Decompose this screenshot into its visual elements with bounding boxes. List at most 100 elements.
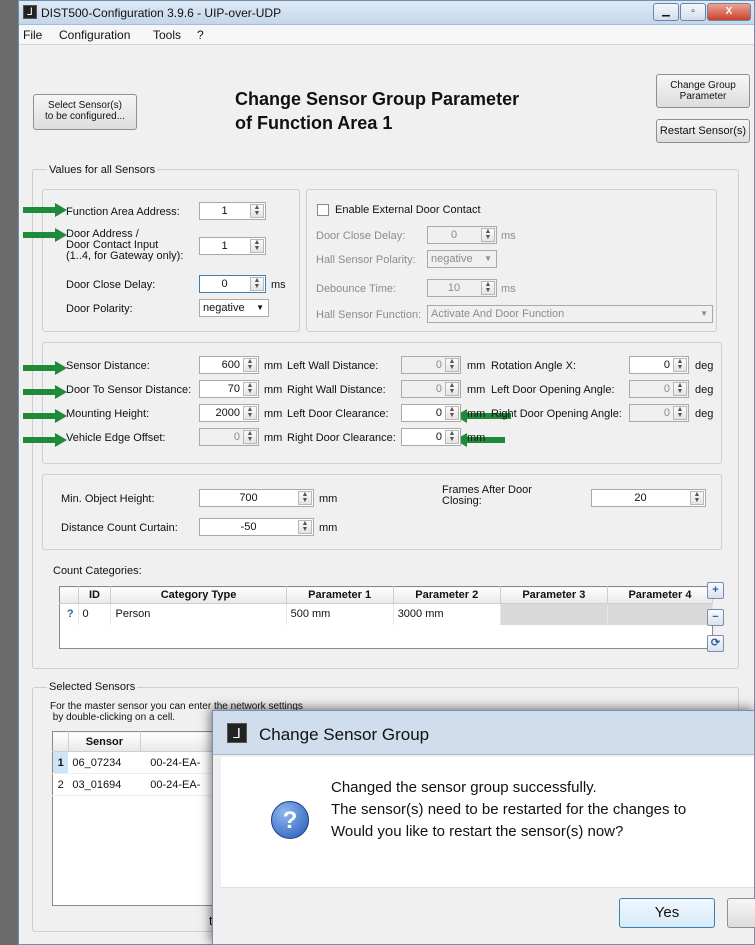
hall-polarity-select[interactable]: negative ▼ [427, 250, 497, 268]
min-object-height-input[interactable]: 700 ▲ ▼ [199, 489, 314, 507]
add-category-button[interactable]: + [707, 582, 724, 599]
dialog-footer: Yes [221, 887, 755, 943]
geometry-input[interactable]: 70 ▲ ▼ [199, 380, 259, 398]
geometry-input[interactable]: 0 ▲ ▼ [401, 404, 461, 422]
cell-id[interactable]: 0 [78, 603, 112, 625]
green-arrow-right-icon [23, 228, 67, 242]
geometry-unit: mm [467, 432, 486, 444]
column-header-parameter-2[interactable]: Parameter 2 [393, 586, 501, 604]
column-header-parameter-4[interactable]: Parameter 4 [607, 586, 714, 604]
geometry-label: Rotation Angle X: [491, 360, 577, 372]
door-close-delay-unit: ms [271, 279, 286, 291]
spinner-icon: ▲ ▼ [673, 358, 687, 372]
spinner-icon: ▲ ▼ [243, 430, 257, 444]
restart-sensors-button[interactable]: Restart Sensor(s) [656, 119, 750, 143]
geometry-input[interactable]: 0 ▲ ▼ [629, 380, 689, 398]
door-close-delay-input[interactable]: 0 ▲ ▼ [199, 275, 266, 293]
frames-after-door-input[interactable]: 20 ▲ ▼ [591, 489, 706, 507]
door-address-label: Door Address / Door Contact Input (1..4,… [66, 228, 184, 262]
function-area-address-input[interactable]: 1 ▲ ▼ [199, 202, 266, 220]
yes-button[interactable]: Yes [619, 898, 715, 928]
maximize-button[interactable]: ▫ [680, 3, 706, 21]
door-polarity-select[interactable]: negative ▼ [199, 299, 269, 317]
remove-category-button[interactable]: − [707, 609, 724, 626]
cell-parameter-1[interactable]: 500 mm [286, 603, 394, 625]
dialog-title: Change Sensor Group [259, 725, 430, 744]
menu-bar: File Configuration Tools ? [19, 25, 754, 45]
column-header-parameter-3[interactable]: Parameter 3 [500, 586, 608, 604]
minimize-button[interactable]: ▁ [653, 3, 679, 21]
geometry-input[interactable]: 2000 ▲ ▼ [199, 404, 259, 422]
selected-sensors-label: Selected Sensors [47, 681, 138, 693]
geometry-label: Right Wall Distance: [287, 384, 386, 396]
refresh-category-button[interactable]: ⟳ [707, 635, 724, 652]
debounce-unit: ms [501, 283, 516, 295]
change-group-parameter-button[interactable]: Change Group Parameter [656, 74, 750, 108]
spinner-icon: ▲ ▼ [250, 277, 264, 291]
close-button[interactable]: X [707, 3, 751, 21]
row-number: 1 [52, 751, 69, 774]
column-header-sensor[interactable]: Sensor [68, 731, 141, 752]
geometry-input[interactable]: 0 ▲ ▼ [629, 356, 689, 374]
debounce-label: Debounce Time: [316, 283, 397, 295]
page-title-line2: of Function Area 1 [235, 113, 393, 133]
table-row[interactable]: ? 0 Person 500 mm 3000 mm [59, 603, 714, 625]
no-button[interactable] [727, 898, 755, 928]
geometry-input[interactable]: 0 ▲ ▼ [401, 380, 461, 398]
column-header-parameter-1[interactable]: Parameter 1 [286, 586, 394, 604]
enable-external-door-checkbox[interactable] [317, 204, 329, 216]
geometry-unit: deg [695, 360, 714, 372]
cell-parameter-4[interactable] [607, 603, 714, 625]
geometry-input[interactable]: 600 ▲ ▼ [199, 356, 259, 374]
spinner-icon: ▲ ▼ [481, 228, 495, 242]
column-header-row [52, 731, 69, 752]
menu-file[interactable]: File [23, 28, 42, 42]
spinner-icon: ▲ ▼ [250, 239, 264, 253]
geometry-input[interactable]: 0 ▲ ▼ [199, 428, 259, 446]
spinner-icon: ▲ ▼ [445, 382, 459, 396]
cell-parameter-3[interactable] [500, 603, 608, 625]
question-icon: ? [271, 801, 309, 839]
spinner-icon: ▲ ▼ [445, 358, 459, 372]
spinner-icon: ▲ ▼ [298, 520, 312, 534]
hall-function-select[interactable]: Activate And Door Function ▼ [427, 305, 713, 323]
geometry-input[interactable]: 0 ▲ ▼ [629, 404, 689, 422]
enable-external-door-label: Enable External Door Contact [335, 204, 481, 216]
spinner-icon: ▲ ▼ [673, 406, 687, 420]
cell-category-type[interactable]: Person [110, 603, 287, 625]
cell-parameter-2[interactable]: 3000 mm [393, 603, 501, 625]
min-object-height-unit: mm [319, 493, 338, 505]
frames-after-door-label: Frames After Door Closing: [442, 484, 532, 507]
column-header-id[interactable]: ID [78, 586, 112, 604]
debounce-input[interactable]: 10 ▲ ▼ [427, 279, 497, 297]
cell-sensor[interactable]: 03_01694 [68, 773, 141, 796]
green-arrow-right-icon [23, 385, 67, 399]
select-sensors-button[interactable]: Select Sensor(s) to be configured... [33, 94, 137, 130]
count-categories-label: Count Categories: [53, 565, 142, 577]
geometry-input[interactable]: 0 ▲ ▼ [401, 428, 461, 446]
menu-help[interactable]: ? [197, 28, 204, 42]
geometry-unit: mm [264, 432, 283, 444]
geometry-input[interactable]: 0 ▲ ▼ [401, 356, 461, 374]
spinner-icon: ▲ ▼ [445, 406, 459, 420]
hall-function-label: Hall Sensor Function: [316, 309, 422, 321]
count-categories-table: ID Category Type Parameter 1 Parameter 2… [59, 586, 714, 649]
function-area-address-label: Function Area Address: [66, 206, 180, 218]
distance-count-curtain-input[interactable]: -50 ▲ ▼ [199, 518, 314, 536]
door-address-input[interactable]: 1 ▲ ▼ [199, 237, 266, 255]
geometry-label: Door To Sensor Distance: [66, 384, 192, 396]
door-polarity-label: Door Polarity: [66, 303, 133, 315]
spinner-icon: ▲ ▼ [445, 430, 459, 444]
menu-tools[interactable]: Tools [153, 28, 181, 42]
dialog-app-icon: ⅃ [227, 723, 247, 743]
cell-sensor[interactable]: 06_07234 [68, 751, 141, 774]
change-sensor-group-dialog: ⅃ Change Sensor Group ? Changed the sens… [212, 710, 755, 945]
ext-close-delay-input[interactable]: 0 ▲ ▼ [427, 226, 497, 244]
help-icon[interactable]: ? [59, 603, 79, 625]
window-title: DIST500-Configuration 3.9.6 - UIP-over-U… [41, 6, 282, 20]
counting-box [42, 474, 722, 550]
spinner-icon: ▲ ▼ [690, 491, 704, 505]
geometry-label: Right Door Opening Angle: [491, 408, 622, 420]
menu-configuration[interactable]: Configuration [59, 28, 130, 42]
column-header-category-type[interactable]: Category Type [110, 586, 287, 604]
